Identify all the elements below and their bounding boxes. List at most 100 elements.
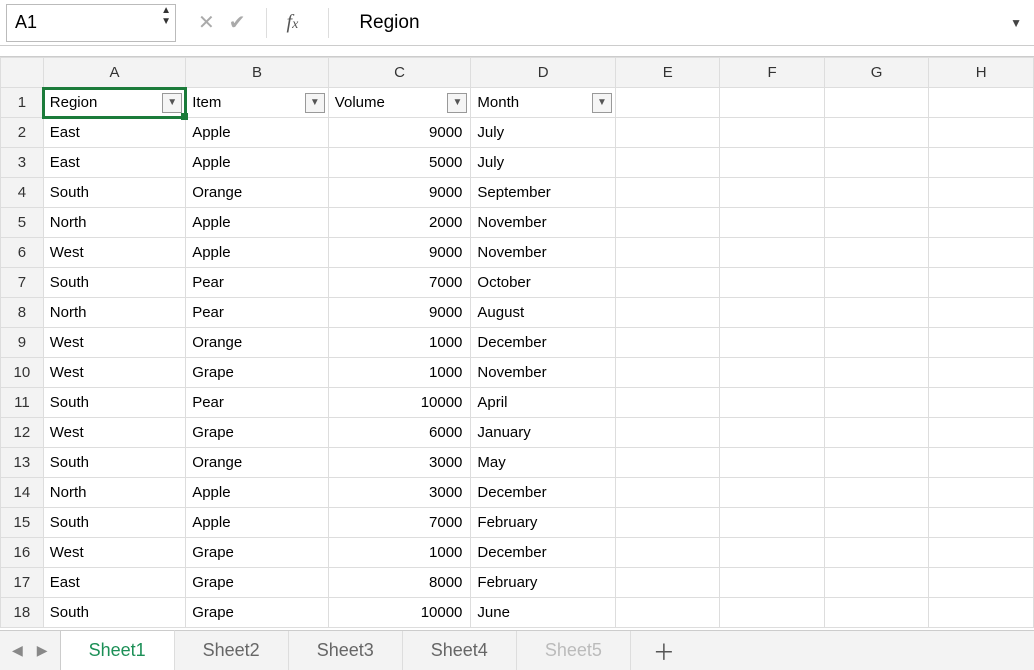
cell[interactable] [616, 268, 720, 298]
cell[interactable] [929, 358, 1034, 388]
col-header-b[interactable]: B [186, 58, 329, 88]
cell[interactable] [824, 208, 929, 238]
cell[interactable] [929, 418, 1034, 448]
cell[interactable]: West [43, 238, 185, 268]
cell[interactable] [616, 508, 720, 538]
cancel-icon[interactable]: ✕ [198, 10, 215, 35]
cell[interactable] [720, 298, 824, 328]
row-header-17[interactable]: 17 [1, 568, 44, 598]
cell[interactable]: West [43, 538, 185, 568]
row-header-18[interactable]: 18 [1, 598, 44, 628]
cell[interactable]: December [471, 478, 616, 508]
row-header-11[interactable]: 11 [1, 388, 44, 418]
cell[interactable] [824, 388, 929, 418]
cell[interactable]: 9000 [328, 178, 471, 208]
cell[interactable]: Grape [186, 598, 329, 628]
tab-prev-icon[interactable]: ◀ [12, 642, 23, 659]
cell[interactable]: Grape [186, 568, 329, 598]
cell[interactable]: Grape [186, 538, 329, 568]
cell[interactable] [824, 148, 929, 178]
cell[interactable]: Region▼ [43, 88, 185, 118]
cell[interactable]: South [43, 508, 185, 538]
cell[interactable]: Apple [186, 238, 329, 268]
cell[interactable]: East [43, 118, 185, 148]
cell[interactable]: December [471, 538, 616, 568]
col-header-d[interactable]: D [471, 58, 616, 88]
cell[interactable]: West [43, 358, 185, 388]
cell[interactable]: Pear [186, 388, 329, 418]
row-header-6[interactable]: 6 [1, 238, 44, 268]
add-sheet-button[interactable]: ＋ [631, 631, 697, 670]
cell[interactable]: 1000 [328, 538, 471, 568]
cell[interactable] [720, 148, 824, 178]
cell[interactable] [720, 358, 824, 388]
chevron-down-icon[interactable]: ▼ [161, 18, 171, 26]
cell[interactable] [929, 148, 1034, 178]
cell[interactable]: Month▼ [471, 88, 616, 118]
cell[interactable] [824, 418, 929, 448]
cell[interactable] [929, 448, 1034, 478]
filter-button[interactable]: ▼ [592, 93, 612, 113]
row-header-12[interactable]: 12 [1, 418, 44, 448]
cell[interactable]: 1000 [328, 358, 471, 388]
cell[interactable] [824, 478, 929, 508]
cell[interactable]: Volume▼ [328, 88, 471, 118]
cell[interactable] [720, 268, 824, 298]
cell[interactable] [616, 598, 720, 628]
row-header-8[interactable]: 8 [1, 298, 44, 328]
select-all-corner[interactable] [1, 58, 44, 88]
cell[interactable]: Apple [186, 208, 329, 238]
cell[interactable]: South [43, 448, 185, 478]
cell[interactable]: Orange [186, 328, 329, 358]
col-header-g[interactable]: G [824, 58, 929, 88]
cell[interactable] [824, 598, 929, 628]
cell[interactable] [929, 178, 1034, 208]
cell[interactable]: South [43, 178, 185, 208]
col-header-e[interactable]: E [616, 58, 720, 88]
cell[interactable]: Orange [186, 178, 329, 208]
cell[interactable] [929, 568, 1034, 598]
cell[interactable]: East [43, 568, 185, 598]
filter-button[interactable]: ▼ [447, 93, 467, 113]
cell[interactable]: South [43, 388, 185, 418]
cell[interactable]: November [471, 208, 616, 238]
cell[interactable]: January [471, 418, 616, 448]
cell[interactable] [720, 478, 824, 508]
filter-button[interactable]: ▼ [162, 93, 182, 113]
row-header-9[interactable]: 9 [1, 328, 44, 358]
cell[interactable]: West [43, 328, 185, 358]
cell[interactable] [929, 508, 1034, 538]
row-header-5[interactable]: 5 [1, 208, 44, 238]
cell[interactable] [720, 388, 824, 418]
cell[interactable] [616, 178, 720, 208]
cell[interactable] [616, 568, 720, 598]
cell[interactable] [720, 538, 824, 568]
row-header-16[interactable]: 16 [1, 538, 44, 568]
cell[interactable]: Apple [186, 148, 329, 178]
cell[interactable] [720, 418, 824, 448]
cell[interactable]: 7000 [328, 508, 471, 538]
cell[interactable]: 6000 [328, 418, 471, 448]
cell[interactable]: 10000 [328, 598, 471, 628]
cell[interactable] [720, 568, 824, 598]
cell[interactable] [616, 88, 720, 118]
cell[interactable] [616, 538, 720, 568]
cell[interactable]: September [471, 178, 616, 208]
cell[interactable] [616, 118, 720, 148]
cell[interactable]: South [43, 598, 185, 628]
cell[interactable] [824, 508, 929, 538]
cell[interactable] [720, 88, 824, 118]
cell[interactable] [720, 328, 824, 358]
row-header-2[interactable]: 2 [1, 118, 44, 148]
cell[interactable] [824, 538, 929, 568]
cell[interactable] [824, 448, 929, 478]
cell[interactable] [720, 208, 824, 238]
formula-expand-icon[interactable]: ▼ [998, 16, 1034, 30]
row-header-10[interactable]: 10 [1, 358, 44, 388]
cell[interactable]: February [471, 508, 616, 538]
cell[interactable] [720, 118, 824, 148]
row-header-7[interactable]: 7 [1, 268, 44, 298]
fx-icon[interactable]: fx [287, 11, 299, 34]
sheet-tab-sheet2[interactable]: Sheet2 [175, 631, 289, 670]
name-box-spinner[interactable]: ▲ ▼ [161, 7, 171, 26]
